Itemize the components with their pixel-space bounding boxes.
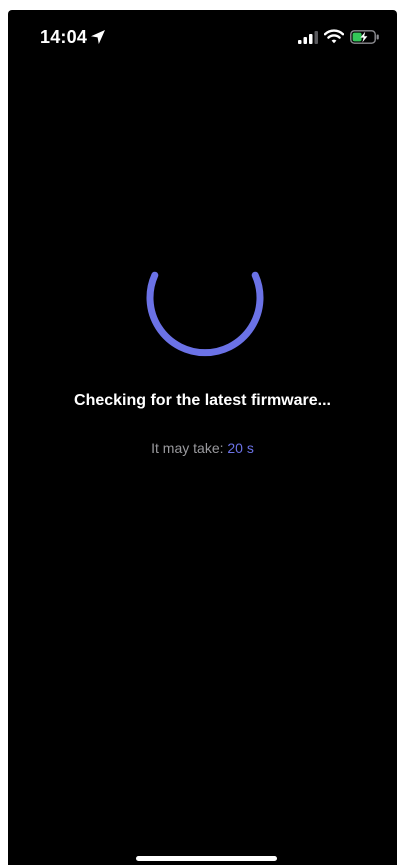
checking-firmware-message: Checking for the latest firmware... bbox=[74, 392, 331, 409]
spinner-icon bbox=[146, 271, 264, 357]
wifi-icon bbox=[324, 29, 344, 44]
phone-screen: 14:04 Checking for the latest firmware..… bbox=[8, 10, 397, 865]
status-time: 14:04 bbox=[40, 27, 88, 47]
home-indicator[interactable] bbox=[136, 856, 277, 861]
cellular-signal-icon bbox=[298, 31, 318, 44]
battery-charging-icon bbox=[350, 30, 379, 44]
status-bar: 14:04 bbox=[8, 10, 397, 64]
estimated-time-label: It may take: bbox=[151, 440, 224, 456]
location-arrow-icon bbox=[91, 30, 105, 44]
estimated-time-value: 20 s bbox=[227, 440, 254, 456]
estimated-time: It may take: 20 s bbox=[8, 440, 397, 456]
